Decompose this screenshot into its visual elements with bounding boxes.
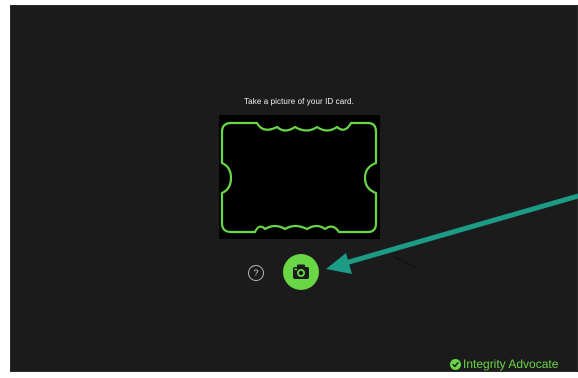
brand-logo: Integrity Advocate: [450, 357, 558, 371]
id-card-frame-overlay: [220, 121, 378, 234]
camera-preview: [219, 115, 380, 239]
brand-name: Integrity Advocate: [463, 357, 559, 371]
instruction-text: Take a picture of your ID card.: [244, 97, 354, 106]
question-circle-icon[interactable]: ?: [248, 265, 264, 281]
screenshot: Take a picture of your ID card. ? Integr…: [0, 0, 578, 378]
camera-icon: [293, 264, 309, 279]
check-circle-icon: [450, 358, 461, 370]
capture-photo-button[interactable]: [283, 254, 319, 290]
